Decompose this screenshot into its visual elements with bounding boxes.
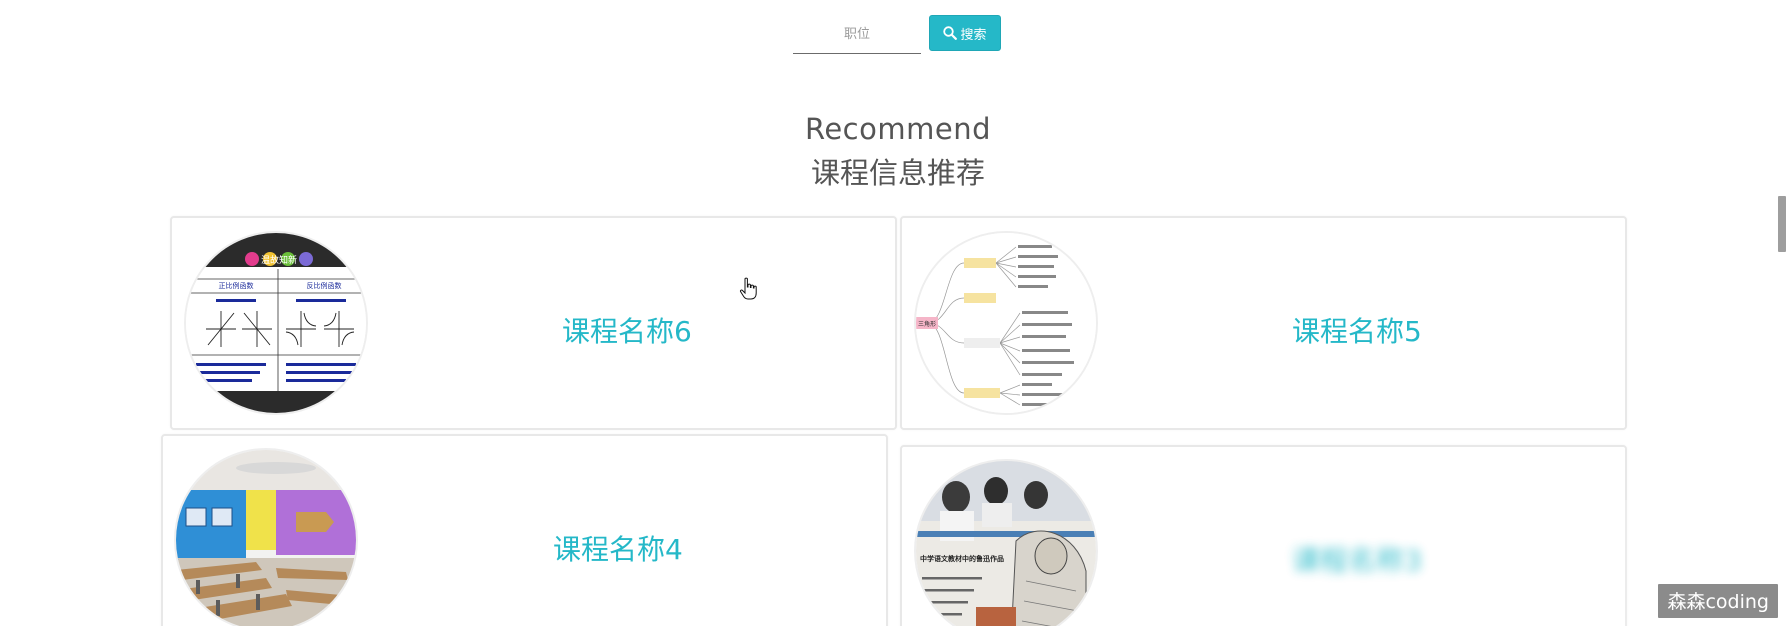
course-card[interactable]: 课程名称4 xyxy=(161,434,888,626)
thumb-banner-text: 温故知新 xyxy=(261,254,297,266)
thumb-node-text: 三角形 xyxy=(918,320,936,328)
triangle-mindmap-image: 三角形 xyxy=(916,233,1096,413)
search-button-label: 搜索 xyxy=(960,27,987,43)
course-card[interactable]: 中学语文教材中的鲁迅作品 课程名称3 xyxy=(900,445,1627,626)
thumb-caption-text: 中学语文教材中的鲁迅作品 xyxy=(920,554,1004,563)
search-icon xyxy=(943,26,958,40)
course-thumbnail[interactable]: 中学语文教材中的鲁迅作品 xyxy=(914,459,1098,626)
thumb-col1-text: 正比例函数 xyxy=(219,281,254,290)
section-title-chinese: 课程信息推荐 xyxy=(810,156,985,190)
course-recommend-page: 搜索 Recommend 课程信息推荐 温故知新 正比例函数 反比例函数 xyxy=(0,0,1786,626)
course-card[interactable]: 温故知新 正比例函数 反比例函数 课程名称6 xyxy=(170,216,897,430)
thumb-col2-text: 反比例函数 xyxy=(307,281,342,290)
course-thumbnail[interactable]: 三角形 xyxy=(914,231,1098,415)
course-card[interactable]: 三角形 课程名称5 xyxy=(900,216,1627,430)
hand-cursor-icon xyxy=(739,277,757,300)
search-button[interactable]: 搜索 xyxy=(929,15,1001,51)
search-input[interactable] xyxy=(793,15,921,54)
search-bar: 搜索 xyxy=(793,15,1001,54)
students-reading-illustration-image: 中学语文教材中的鲁迅作品 xyxy=(916,461,1096,626)
course-title[interactable]: 课程名称4 xyxy=(553,528,683,568)
math-functions-table-image: 温故知新 正比例函数 反比例函数 xyxy=(186,233,366,413)
classroom-photo-image xyxy=(176,450,356,626)
course-title[interactable]: 课程名称5 xyxy=(1292,310,1422,350)
course-thumbnail[interactable] xyxy=(174,448,358,626)
course-title[interactable]: 课程名称6 xyxy=(562,310,692,350)
course-title[interactable]: 课程名称3 xyxy=(1292,539,1422,579)
watermark-label: 森森coding xyxy=(1658,584,1778,618)
section-title-english: Recommend xyxy=(804,112,991,146)
course-thumbnail[interactable]: 温故知新 正比例函数 反比例函数 xyxy=(184,231,368,415)
scrollbar-thumb[interactable] xyxy=(1778,196,1786,252)
